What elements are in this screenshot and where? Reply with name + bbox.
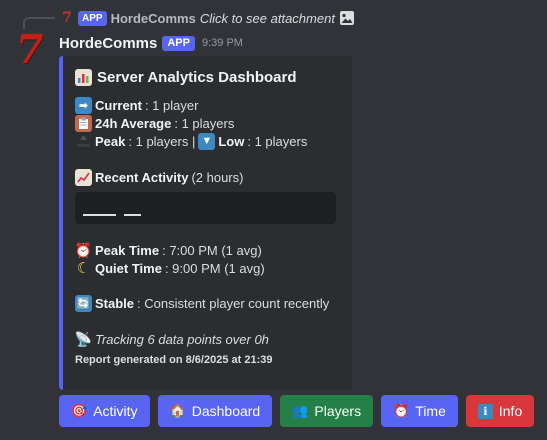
info-button-label: Info	[498, 403, 523, 419]
recent-activity-line: Recent Activity (2 hours)	[75, 168, 338, 186]
alarm-clock-icon: ⏰	[393, 403, 410, 418]
embed-title: Server Analytics Dashboard	[75, 67, 338, 87]
peak-time-label: Peak Time	[95, 242, 160, 258]
image-attachment-icon	[339, 10, 355, 26]
peak-time-line: ⏰ Peak Time: 7:00 PM (1 avg)	[75, 241, 338, 259]
info-button[interactable]: ℹ Info	[465, 395, 535, 427]
stable-value: : Consistent player count recently	[137, 295, 330, 311]
repeat-arrows-icon: 🔄	[75, 294, 92, 312]
house-icon: 🏠	[169, 403, 186, 418]
tracking-text: Tracking 6 data points over 0h	[95, 331, 269, 347]
average-value: : 1 players	[174, 115, 235, 131]
top-arrow-icon	[75, 133, 92, 150]
players-button-label: Players	[314, 403, 362, 419]
app-badge: APP	[162, 35, 195, 51]
peak-low-line: Peak: 1 players | ▼ Low: 1 players	[75, 132, 338, 150]
current-label: Current	[95, 97, 142, 113]
reply-avatar-icon: 7	[62, 10, 72, 26]
activity-bar	[83, 214, 116, 216]
activity-period: (2 hours)	[191, 169, 244, 185]
peak-time-value: : 7:00 PM (1 avg)	[162, 242, 262, 258]
activity-code-block	[75, 192, 336, 224]
average-line: 24h Average: 1 players	[75, 114, 338, 132]
dashboard-button[interactable]: 🏠 Dashboard	[157, 395, 273, 427]
embed-footer: Report generated on 8/6/2025 at 21:39	[75, 354, 273, 366]
reply-content[interactable]: Click to see attachment	[200, 11, 335, 26]
low-value: : 1 players	[247, 133, 308, 149]
horde-logo-icon: 7	[12, 26, 48, 73]
chart-increasing-icon	[75, 168, 92, 186]
reply-preview[interactable]: 7 APP HordeComms Click to see attachment	[60, 9, 355, 27]
average-label: 24h Average	[95, 115, 172, 131]
arrow-right-icon: ➡	[75, 96, 92, 114]
alarm-clock-icon: ⏰	[74, 241, 93, 258]
time-button[interactable]: ⏰ Time	[381, 395, 458, 427]
quiet-time-value: : 9:00 PM (1 avg)	[164, 260, 265, 276]
timestamp: 9:39 PM	[201, 37, 243, 49]
current-line: ➡ Current: 1 player	[75, 96, 338, 114]
avatar[interactable]: 7	[10, 26, 50, 73]
activity-button[interactable]: 🎯 Activity	[59, 395, 150, 427]
dashboard-button-label: Dashboard	[191, 403, 261, 419]
reply-app-badge: APP	[78, 10, 107, 26]
analytics-embed: Server Analytics Dashboard ➡ Current: 1 …	[59, 56, 352, 390]
activity-button-label: Activity	[93, 403, 138, 419]
current-value: : 1 player	[144, 97, 199, 113]
stable-label: Stable	[95, 295, 135, 311]
embed-title-text: Server Analytics Dashboard	[97, 68, 297, 86]
low-label: Low	[218, 133, 245, 149]
quiet-time-label: Quiet Time	[95, 260, 162, 276]
message-header: HordeComms APP 9:39 PM	[59, 33, 243, 53]
info-icon: ℹ	[477, 403, 493, 419]
players-button[interactable]: 👥 Players	[280, 395, 374, 427]
target-icon: 🎯	[71, 403, 88, 418]
down-arrow-icon: ▼	[198, 132, 216, 150]
username[interactable]: HordeComms	[59, 35, 157, 52]
activity-bar	[124, 214, 141, 216]
reply-username[interactable]: HordeComms	[111, 11, 196, 26]
activity-label: Recent Activity	[95, 169, 189, 185]
peak-value: : 1 players |	[128, 133, 196, 149]
satellite-antenna-icon: 📡	[74, 330, 93, 347]
clipboard-icon	[75, 114, 92, 132]
users-icon: 👥	[292, 403, 309, 418]
action-row: 🎯 Activity 🏠 Dashboard 👥 Players ⏰ Time …	[59, 395, 535, 427]
stable-line: 🔄 Stable: Consistent player count recent…	[75, 294, 338, 312]
quiet-time-line: ☾ Quiet Time: 9:00 PM (1 avg)	[75, 259, 338, 277]
bar-chart-icon	[75, 68, 92, 86]
time-button-label: Time	[415, 403, 446, 419]
crescent-moon-icon: ☾	[76, 260, 91, 277]
tracking-line: 📡 Tracking 6 data points over 0h	[75, 330, 338, 348]
peak-label: Peak	[95, 133, 126, 149]
